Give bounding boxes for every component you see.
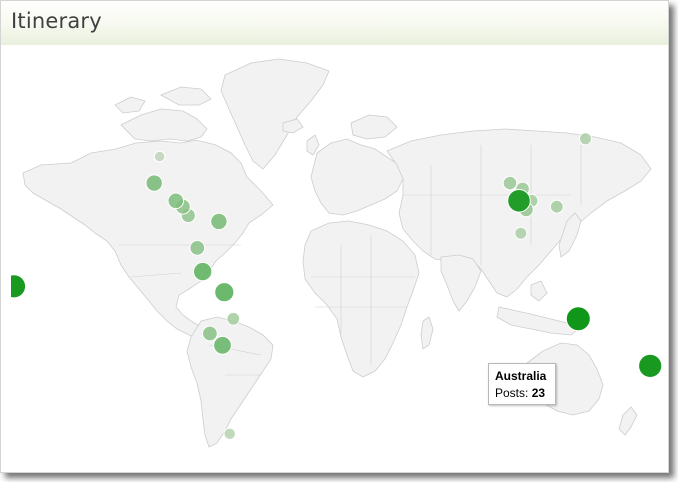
map-marker-antarctica[interactable] <box>223 427 236 440</box>
landmass-asia <box>386 128 652 298</box>
map-marker-paraguay[interactable] <box>226 311 241 326</box>
map-tooltip: Australia Posts: 23 <box>488 363 556 405</box>
map-marker-usa-south[interactable] <box>153 150 166 163</box>
landmass-africa <box>302 220 420 378</box>
landmass-india <box>440 254 482 312</box>
map-marker-peru[interactable] <box>193 261 213 282</box>
map-marker-australia[interactable] <box>565 306 591 332</box>
map-marker-philippines[interactable] <box>549 199 564 214</box>
map-marker-argentina[interactable] <box>213 335 232 355</box>
map-marker-malaysia[interactable] <box>514 226 528 240</box>
landmass-europe <box>310 114 404 216</box>
map-marker-ecuador[interactable] <box>189 240 206 256</box>
tooltip-metric-label: Posts: <box>495 386 529 400</box>
landmass-new-zealand <box>618 406 638 436</box>
map-marker-myanmar[interactable] <box>502 175 518 191</box>
map-marker-central-america-1[interactable] <box>167 192 185 210</box>
landmass-arctic-canada <box>114 86 212 142</box>
map-marker-venezuela[interactable] <box>210 212 228 231</box>
panel-header: Itinerary <box>1 1 668 45</box>
tooltip-metric-value: 23 <box>531 386 546 400</box>
landmass-north-america <box>22 139 274 340</box>
landmass-madagascar <box>420 316 434 350</box>
map-marker-thailand[interactable] <box>507 189 531 213</box>
itinerary-panel: Itinerary Australia Posts: 23 <box>0 0 669 473</box>
map-marker-mexico[interactable] <box>145 174 163 192</box>
map-marker-brazil-bolivia[interactable] <box>214 282 235 303</box>
tooltip-country-name: Australia <box>495 369 547 383</box>
page-title: Itinerary <box>11 9 102 33</box>
map-marker-new-zealand[interactable] <box>638 353 663 378</box>
map-marker-chile[interactable] <box>202 325 218 342</box>
world-map[interactable]: Australia Posts: 23 <box>11 45 668 453</box>
map-marker-pacific-west[interactable] <box>11 274 27 299</box>
landmass-uk-iceland <box>282 118 320 156</box>
map-marker-japan[interactable] <box>579 132 592 146</box>
landmass-south-america <box>186 316 274 448</box>
map-canvas[interactable] <box>11 45 668 453</box>
